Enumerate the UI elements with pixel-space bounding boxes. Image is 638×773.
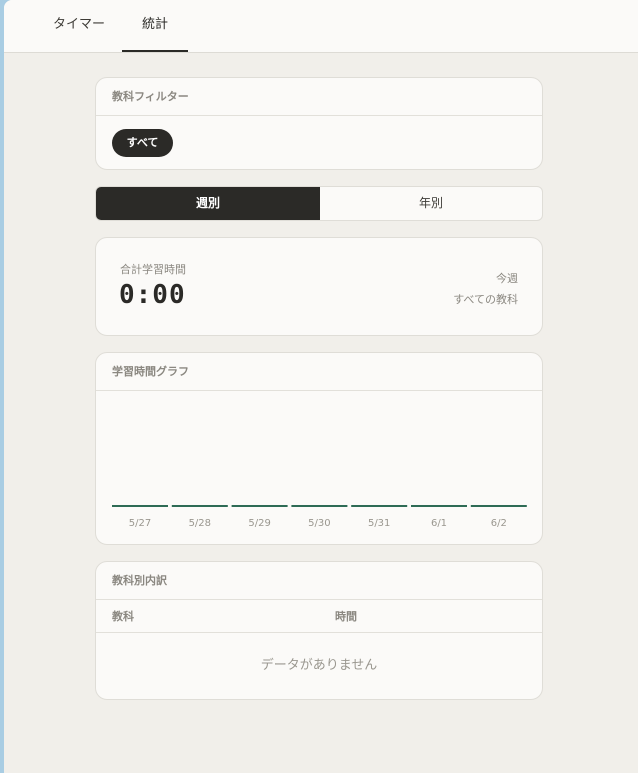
period-yearly-button[interactable]: 年別	[320, 187, 542, 220]
study-time-chart-card: 学習時間グラフ 5/27 5/28 5/29 5/30 5/31 6/1 6/2	[95, 352, 543, 545]
chart-tick-label: 5/28	[189, 518, 211, 529]
period-weekly-button[interactable]: 週別	[96, 187, 320, 220]
period-toggle: 週別 年別	[95, 186, 543, 221]
chart-tick-label: 6/2	[491, 518, 507, 529]
chart-tick-label: 5/30	[308, 518, 330, 529]
chart-tick-label: 6/1	[431, 518, 447, 529]
subject-indicator: すべての教科	[453, 293, 518, 306]
app-window: タイマー 統計 教科フィルター すべて 週別 年別 合計学習時間 0:00 今週…	[4, 0, 638, 773]
chart-tick-label: 5/31	[368, 518, 390, 529]
chart-bar-5/30	[291, 505, 348, 507]
total-time-value: 0:00	[119, 280, 186, 310]
subject-filter-card: 教科フィルター すべて	[95, 77, 543, 170]
subject-breakdown-card: 教科別内訳 教科 時間 データがありません	[95, 561, 543, 700]
chart-bar-6/2	[470, 505, 527, 507]
empty-state-text: データがありません	[260, 658, 378, 673]
subject-filter-title: 教科フィルター	[96, 78, 542, 116]
chart-bar-5/29	[231, 505, 288, 507]
tab-timer[interactable]: タイマー	[38, 0, 120, 52]
column-subject: 教科	[112, 610, 134, 623]
chart-bar-6/1	[411, 505, 467, 507]
breakdown-table-header: 教科 時間	[96, 600, 542, 633]
chart-tick-label: 5/29	[248, 518, 270, 529]
chart-tick-label: 5/27	[129, 518, 151, 529]
period-indicator: 今週	[496, 272, 518, 285]
chart-title: 学習時間グラフ	[96, 353, 542, 391]
tab-bar: タイマー 統計	[4, 0, 638, 53]
chart-bar-5/31	[351, 505, 408, 507]
study-time-chart: 5/27 5/28 5/29 5/30 5/31 6/1 6/2	[112, 505, 527, 529]
breakdown-title: 教科別内訳	[96, 562, 542, 600]
chart-area: 5/27 5/28 5/29 5/30 5/31 6/1 6/2	[96, 392, 542, 544]
total-time-card: 合計学習時間 0:00 今週 すべての教科	[95, 237, 543, 336]
column-time: 時間	[335, 610, 357, 623]
chart-bar-5/28	[171, 505, 228, 507]
filter-chip-all[interactable]: すべて	[112, 129, 173, 157]
chart-bar-5/27	[112, 505, 168, 507]
total-time-label: 合計学習時間	[120, 263, 186, 276]
tab-stats[interactable]: 統計	[122, 0, 188, 52]
